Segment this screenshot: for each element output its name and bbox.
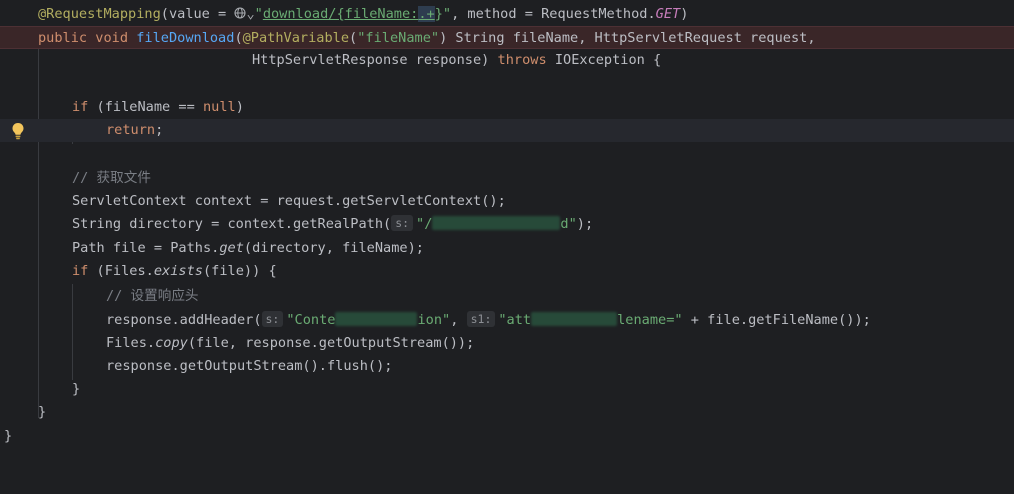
parameter-hint: s: — [391, 215, 414, 231]
code-line-17[interactable]: } — [0, 425, 1014, 448]
redacted-text — [432, 216, 561, 230]
code-line-13[interactable]: Files.copy(file, response.getOutputStrea… — [0, 332, 1014, 355]
parameter-hint: s1: — [466, 311, 496, 327]
redacted-text — [531, 312, 618, 326]
annotation-token: @RequestMapping — [38, 6, 161, 22]
code-line-12[interactable]: response.addHeader(s: "Conte ion", s1: "att… — [0, 309, 1014, 332]
code-line-1[interactable]: @RequestMapping(value = ⌄"download/{file… — [0, 3, 1014, 26]
code-line-10[interactable]: if (Files.exists(file)) { — [0, 260, 1014, 283]
code-line-11[interactable]: // 设置响应头 — [0, 285, 1014, 308]
code-line-6[interactable]: // 获取文件 — [0, 167, 1014, 190]
code-line-8[interactable]: String directory = context.getRealPath(s… — [0, 213, 1014, 236]
code-line-15[interactable]: } — [0, 378, 1014, 401]
code-line-14[interactable]: response.getOutputStream().flush(); — [0, 355, 1014, 378]
redacted-text — [335, 312, 418, 326]
globe-icon[interactable] — [234, 7, 246, 19]
code-line-7[interactable]: ServletContext context = request.getServ… — [0, 190, 1014, 213]
code-comment: // 设置响应头 — [106, 288, 199, 304]
code-line-4[interactable]: if (fileName == null) — [0, 96, 1014, 119]
parameter-hint: s: — [261, 311, 284, 327]
code-line-9[interactable]: Path file = Paths.get(directory, fileNam… — [0, 237, 1014, 260]
code-comment: // 获取文件 — [72, 170, 151, 186]
code-editor[interactable]: @RequestMapping(value = ⌄"download/{file… — [0, 0, 1014, 450]
chevron-down-icon[interactable]: ⌄ — [246, 6, 254, 22]
code-line-5[interactable]: return; — [0, 119, 1014, 142]
code-line-2[interactable]: public void fileDownload(@PathVariable("… — [0, 26, 1014, 49]
lightbulb-icon[interactable] — [11, 122, 25, 140]
code-line-16[interactable]: } — [0, 401, 1014, 424]
code-line-3[interactable]: HttpServletResponse response) throws IOE… — [0, 49, 1014, 72]
